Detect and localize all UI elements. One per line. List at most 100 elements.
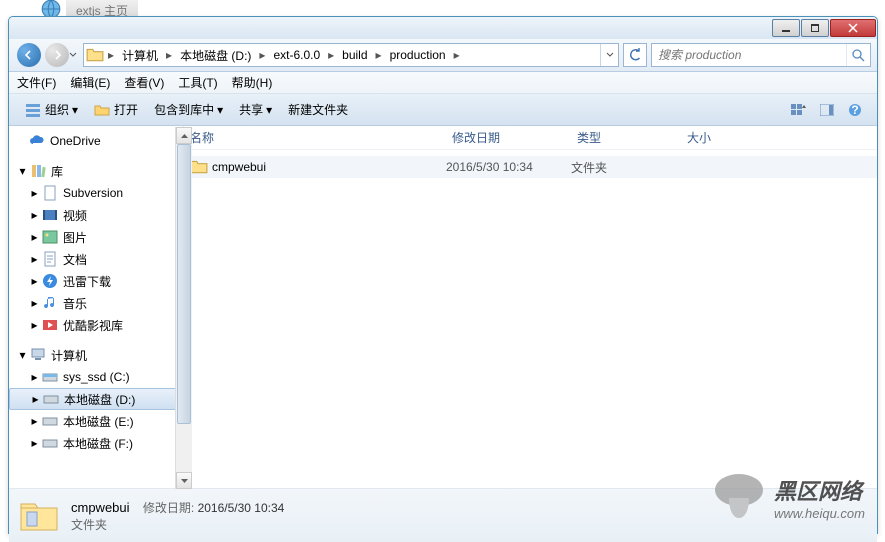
explorer-window: ▸ 计算机 ▸ 本地磁盘 (D:) ▸ ext-6.0.0 ▸ build ▸ … — [8, 16, 878, 534]
chevron-right-icon[interactable]: ▸ — [374, 48, 384, 62]
drive-icon — [42, 369, 58, 385]
preview-pane-button[interactable] — [815, 98, 839, 122]
menu-help[interactable]: 帮助(H) — [232, 74, 273, 91]
chevron-right-icon[interactable]: ▸ — [164, 48, 174, 62]
organize-button[interactable]: 组织 ▾ — [17, 94, 86, 125]
tree-drive-f[interactable]: ▸本地磁盘 (F:) — [9, 432, 183, 454]
tree-drive-d[interactable]: ▸本地磁盘 (D:) — [9, 388, 181, 410]
menu-tools[interactable]: 工具(T) — [178, 74, 217, 91]
youku-icon — [42, 317, 58, 333]
chevron-right-icon[interactable]: ▸ — [257, 48, 267, 62]
expand-icon[interactable]: ▸ — [29, 210, 40, 221]
search-box[interactable] — [651, 43, 871, 67]
libraries-icon — [30, 163, 46, 179]
tree-videos[interactable]: ▸视频 — [9, 204, 183, 226]
back-button[interactable] — [15, 42, 43, 68]
include-button[interactable]: 包含到库中 ▾ — [146, 94, 231, 125]
expand-icon[interactable]: ▸ — [29, 188, 40, 199]
open-icon — [94, 102, 110, 118]
folder-icon — [190, 159, 208, 175]
file-list: 名称 修改日期 类型 大小 cmpwebui 2016/5/30 10:34 文… — [184, 126, 877, 488]
tree-drive-e[interactable]: ▸本地磁盘 (E:) — [9, 410, 183, 432]
expand-icon[interactable]: ▸ — [29, 254, 40, 265]
chevron-right-icon[interactable]: ▸ — [326, 48, 336, 62]
list-item[interactable]: cmpwebui 2016/5/30 10:34 文件夹 — [184, 156, 877, 178]
breadcrumb[interactable]: ▸ 计算机 ▸ 本地磁盘 (D:) ▸ ext-6.0.0 ▸ build ▸ … — [83, 43, 619, 67]
tree-documents[interactable]: ▸文档 — [9, 248, 183, 270]
titlebar — [9, 17, 877, 39]
col-type[interactable]: 类型 — [571, 129, 681, 146]
expand-icon[interactable]: ▸ — [29, 298, 40, 309]
search-icon[interactable] — [846, 44, 870, 66]
newfolder-button[interactable]: 新建文件夹 — [280, 94, 356, 125]
chevron-right-icon[interactable]: ▸ — [452, 48, 462, 62]
watermark-text: 黑区网络 — [774, 474, 865, 506]
breadcrumb-dropdown[interactable] — [600, 44, 618, 66]
expand-icon[interactable]: ▸ — [29, 320, 40, 331]
crumb-computer[interactable]: 计算机 — [116, 44, 164, 66]
chevron-down-icon: ▾ — [72, 103, 78, 117]
details-type: 文件夹 — [71, 516, 284, 533]
crumb-ext[interactable]: ext-6.0.0 — [267, 44, 326, 66]
tree-drive-c[interactable]: ▸sys_ssd (C:) — [9, 366, 183, 388]
forward-button[interactable] — [43, 42, 71, 68]
history-dropdown[interactable] — [69, 51, 77, 59]
expand-icon[interactable]: ▸ — [29, 372, 40, 383]
menu-file[interactable]: 文件(F) — [17, 74, 56, 91]
col-date[interactable]: 修改日期 — [446, 129, 571, 146]
file-name: cmpwebui — [212, 160, 446, 174]
menu-view[interactable]: 查看(V) — [124, 74, 164, 91]
search-input[interactable] — [652, 48, 846, 62]
share-button[interactable]: 共享 ▾ — [231, 94, 280, 125]
tree-onedrive[interactable]: OneDrive — [9, 130, 183, 152]
tree-libraries[interactable]: ▾ 库 — [9, 160, 183, 182]
tree-music[interactable]: ▸音乐 — [9, 292, 183, 314]
expand-icon[interactable]: ▾ — [17, 166, 28, 177]
help-button[interactable]: ? — [843, 98, 867, 122]
expand-icon[interactable]: ▾ — [17, 350, 28, 361]
refresh-button[interactable] — [623, 43, 647, 67]
col-name[interactable]: 名称 — [184, 129, 446, 146]
chevron-down-icon: ▾ — [266, 103, 272, 117]
chevron-down-icon: ▾ — [217, 103, 223, 117]
col-size[interactable]: 大小 — [681, 129, 877, 146]
organize-icon — [25, 102, 41, 118]
tree-youku[interactable]: ▸优酷影视库 — [9, 314, 183, 336]
crumb-drive[interactable]: 本地磁盘 (D:) — [174, 44, 257, 66]
download-icon — [42, 273, 58, 289]
crumb-production[interactable]: production — [384, 44, 452, 66]
document-icon — [42, 251, 58, 267]
expand-icon[interactable]: ▸ — [29, 276, 40, 287]
chevron-right-icon[interactable]: ▸ — [106, 48, 116, 62]
drive-icon — [42, 413, 58, 429]
tree-computer[interactable]: ▾ 计算机 — [9, 344, 183, 366]
music-icon — [42, 295, 58, 311]
scroll-down[interactable] — [176, 472, 192, 489]
crumb-build[interactable]: build — [336, 44, 373, 66]
expand-icon[interactable]: ▸ — [30, 394, 41, 405]
computer-icon — [30, 347, 46, 363]
expand-icon[interactable]: ▸ — [29, 416, 40, 427]
file-type: 文件夹 — [571, 159, 607, 176]
tree-subversion[interactable]: ▸Subversion — [9, 182, 183, 204]
file-date: 2016/5/30 10:34 — [446, 160, 571, 174]
folder-large-icon — [17, 494, 61, 538]
maximize-button[interactable] — [801, 19, 829, 37]
watermark-url: www.heiqu.com — [774, 506, 865, 521]
expand-icon[interactable]: ▸ — [29, 438, 40, 449]
scroll-thumb[interactable] — [177, 144, 191, 424]
watermark: 黑区网络 www.heiqu.com — [710, 468, 865, 526]
details-name: cmpwebui — [71, 500, 130, 515]
close-button[interactable] — [830, 19, 876, 37]
menu-edit[interactable]: 编辑(E) — [70, 74, 110, 91]
tree-pictures[interactable]: ▸图片 — [9, 226, 183, 248]
minimize-button[interactable] — [772, 19, 800, 37]
sidebar-scrollbar[interactable] — [175, 127, 192, 489]
view-options-button[interactable] — [787, 98, 811, 122]
tree-thunder[interactable]: ▸迅雷下载 — [9, 270, 183, 292]
drive-icon — [42, 435, 58, 451]
video-icon — [42, 207, 58, 223]
scroll-up[interactable] — [176, 127, 192, 144]
open-button[interactable]: 打开 — [86, 94, 146, 125]
expand-icon[interactable]: ▸ — [29, 232, 40, 243]
